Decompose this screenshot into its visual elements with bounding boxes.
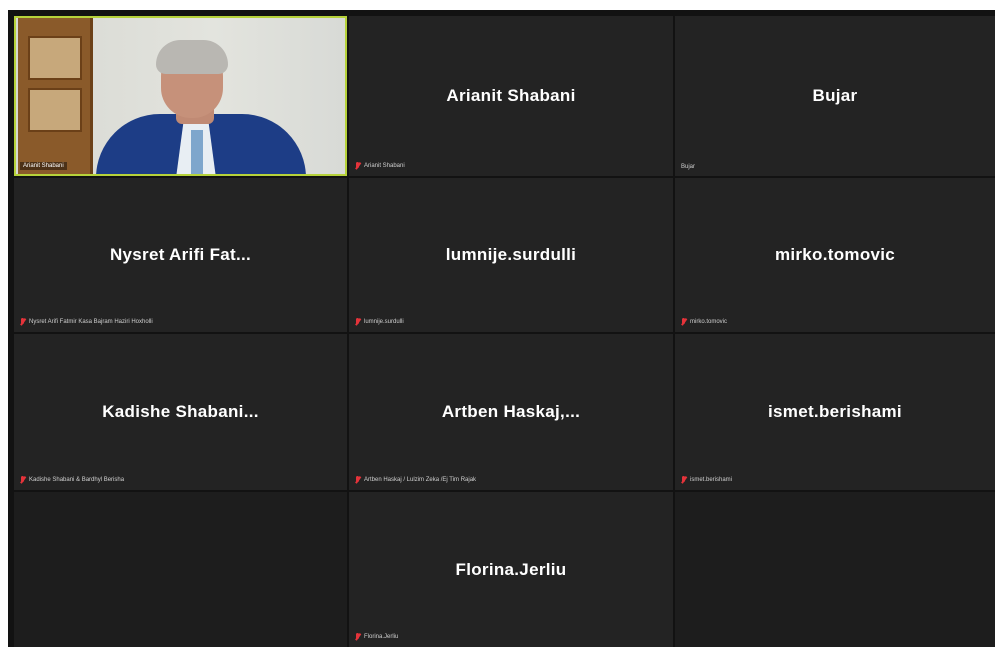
mic-muted-icon <box>355 318 360 326</box>
participant-label: Nysret Arifi Fatmir Kasa Bajram Haziri H… <box>20 318 153 326</box>
mic-muted-icon <box>681 476 686 484</box>
participant-tile[interactable]: Florina.Jerliu Florina.Jerliu <box>349 492 673 647</box>
participant-tile[interactable]: Bujar Bujar <box>675 16 995 176</box>
meeting-window: Arianit Shabani Arianit Shabani Arianit … <box>0 0 995 647</box>
participant-tile[interactable]: lumnije.surdulli lumnije.surdulli <box>349 178 673 332</box>
participant-display-name: lumnije.surdulli <box>445 245 577 264</box>
participant-label: Artben Haskaj / Lulzim Zeka /Ej Tim Raja… <box>355 476 476 484</box>
participant-display-name: Kadishe Shabani... <box>102 402 259 421</box>
participant-label: Bujar <box>681 164 696 170</box>
participant-label: Kadishe Shabani & Bardhyl Berisha <box>20 476 124 484</box>
mic-muted-icon <box>20 318 25 326</box>
participant-label: Arianit Shabani <box>20 162 67 170</box>
participant-tile[interactable]: mirko.tomovic mirko.tomovic <box>675 178 995 332</box>
mic-muted-icon <box>20 476 25 484</box>
participant-display-name: Artben Haskaj,... <box>441 402 581 421</box>
participant-display-name: Nysret Arifi Fat... <box>109 245 252 264</box>
participant-display-name: Florina.Jerliu <box>455 559 567 579</box>
participant-label: Arianit Shabani <box>355 162 405 170</box>
mic-muted-icon <box>355 476 360 484</box>
empty-tile <box>14 492 347 647</box>
video-tile-active-speaker[interactable]: Arianit Shabani <box>14 16 347 176</box>
mic-muted-icon <box>355 633 360 641</box>
participant-label: Florina.Jerliu <box>355 633 398 641</box>
participant-tile[interactable]: Kadishe Shabani... Kadishe Shabani & Bar… <box>14 334 347 490</box>
participant-tile[interactable]: Arianit Shabani Arianit Shabani <box>349 16 673 176</box>
gallery-grid: Arianit Shabani Arianit Shabani Arianit … <box>8 10 995 647</box>
participant-tile[interactable]: ismet.berishami ismet.berishami <box>675 334 995 490</box>
participant-tile[interactable]: Nysret Arifi Fat... Nysret Arifi Fatmir … <box>14 178 347 332</box>
participant-display-name: ismet.berishami <box>768 402 902 421</box>
participant-tile[interactable]: Artben Haskaj,... Artben Haskaj / Lulzim… <box>349 334 673 490</box>
empty-tile <box>675 492 995 647</box>
participant-label: ismet.berishami <box>681 476 732 484</box>
mic-muted-icon <box>355 162 360 170</box>
participant-display-name: mirko.tomovic <box>774 245 896 264</box>
participant-label: mirko.tomovic <box>681 318 727 326</box>
participant-display-name: Arianit Shabani <box>446 86 576 105</box>
video-cabinet <box>18 18 93 174</box>
mic-muted-icon <box>681 318 686 326</box>
participant-label: lumnije.surdulli <box>355 318 404 326</box>
participant-display-name: Bujar <box>812 86 858 105</box>
